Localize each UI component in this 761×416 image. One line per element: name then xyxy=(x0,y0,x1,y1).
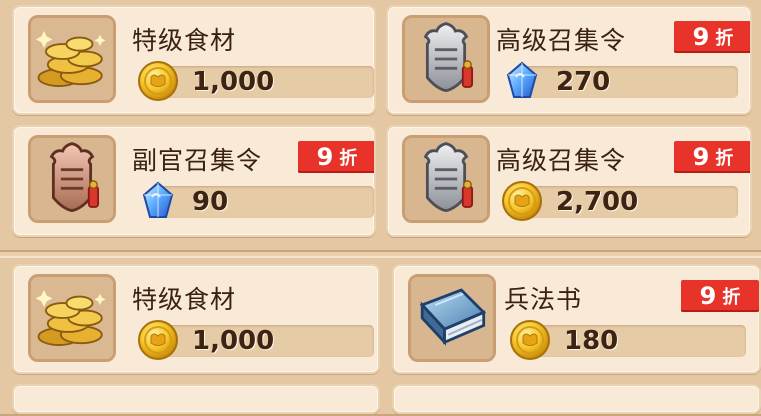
item-name: 高级召集令 xyxy=(496,146,627,175)
item-name: 副官召集令 xyxy=(132,146,263,175)
discount-badge: 9 折 xyxy=(674,141,750,173)
price-bar: 180 xyxy=(524,325,746,357)
price-bar: 270 xyxy=(516,66,738,98)
discount-number: 9 xyxy=(692,23,710,51)
item-name: 特级食材 xyxy=(132,26,237,55)
shop-item-card-partial[interactable] xyxy=(392,384,761,414)
food-ingredients-icon xyxy=(28,274,116,362)
item-name: 高级召集令 xyxy=(496,26,627,55)
discount-badge: 9 折 xyxy=(298,141,374,173)
crystal-icon xyxy=(500,59,544,103)
coin-icon xyxy=(136,59,180,103)
item-price: 1,000 xyxy=(192,326,275,356)
coin-icon xyxy=(500,179,544,223)
discount-label: 折 xyxy=(722,287,741,308)
price-bar: 1,000 xyxy=(152,325,374,357)
summon-token-icon xyxy=(28,135,116,223)
discount-label: 折 xyxy=(715,28,734,49)
discount-number: 9 xyxy=(692,143,710,171)
shop-item-card[interactable]: 副官召集令 9 折 90 xyxy=(12,125,376,237)
shop-item-card[interactable]: 高级召集令 9 折 270 xyxy=(386,5,752,115)
price-bar: 2,700 xyxy=(516,186,738,218)
discount-label: 折 xyxy=(715,148,734,169)
shop-item-card[interactable]: 特级食材 1,000 xyxy=(12,264,380,374)
price-bar: 1,000 xyxy=(152,66,374,98)
item-price: 270 xyxy=(556,67,611,97)
discount-badge: 9 折 xyxy=(681,280,759,312)
book-icon xyxy=(408,274,496,362)
coin-icon xyxy=(136,318,180,362)
item-name: 特级食材 xyxy=(132,285,237,314)
discount-number: 9 xyxy=(699,282,717,310)
coin-icon xyxy=(508,318,552,362)
item-price: 1,000 xyxy=(192,67,275,97)
shop-item-card[interactable]: 兵法书 9 折 180 xyxy=(392,264,761,374)
shop-item-card[interactable]: 高级召集令 9 折 2,700 xyxy=(386,125,752,237)
shop-item-card[interactable]: 特级食材 1,000 xyxy=(12,5,376,115)
item-price: 90 xyxy=(192,187,229,217)
discount-label: 折 xyxy=(339,148,358,169)
discount-number: 9 xyxy=(316,143,334,171)
crystal-icon xyxy=(136,179,180,223)
item-price: 180 xyxy=(564,326,619,356)
discount-badge: 9 折 xyxy=(674,21,750,53)
item-name: 兵法书 xyxy=(504,285,583,314)
summon-token-icon xyxy=(402,135,490,223)
food-ingredients-icon xyxy=(28,15,116,103)
price-bar: 90 xyxy=(152,186,374,218)
item-price: 2,700 xyxy=(556,187,639,217)
summon-token-icon xyxy=(402,15,490,103)
shop-item-card-partial[interactable] xyxy=(12,384,380,414)
